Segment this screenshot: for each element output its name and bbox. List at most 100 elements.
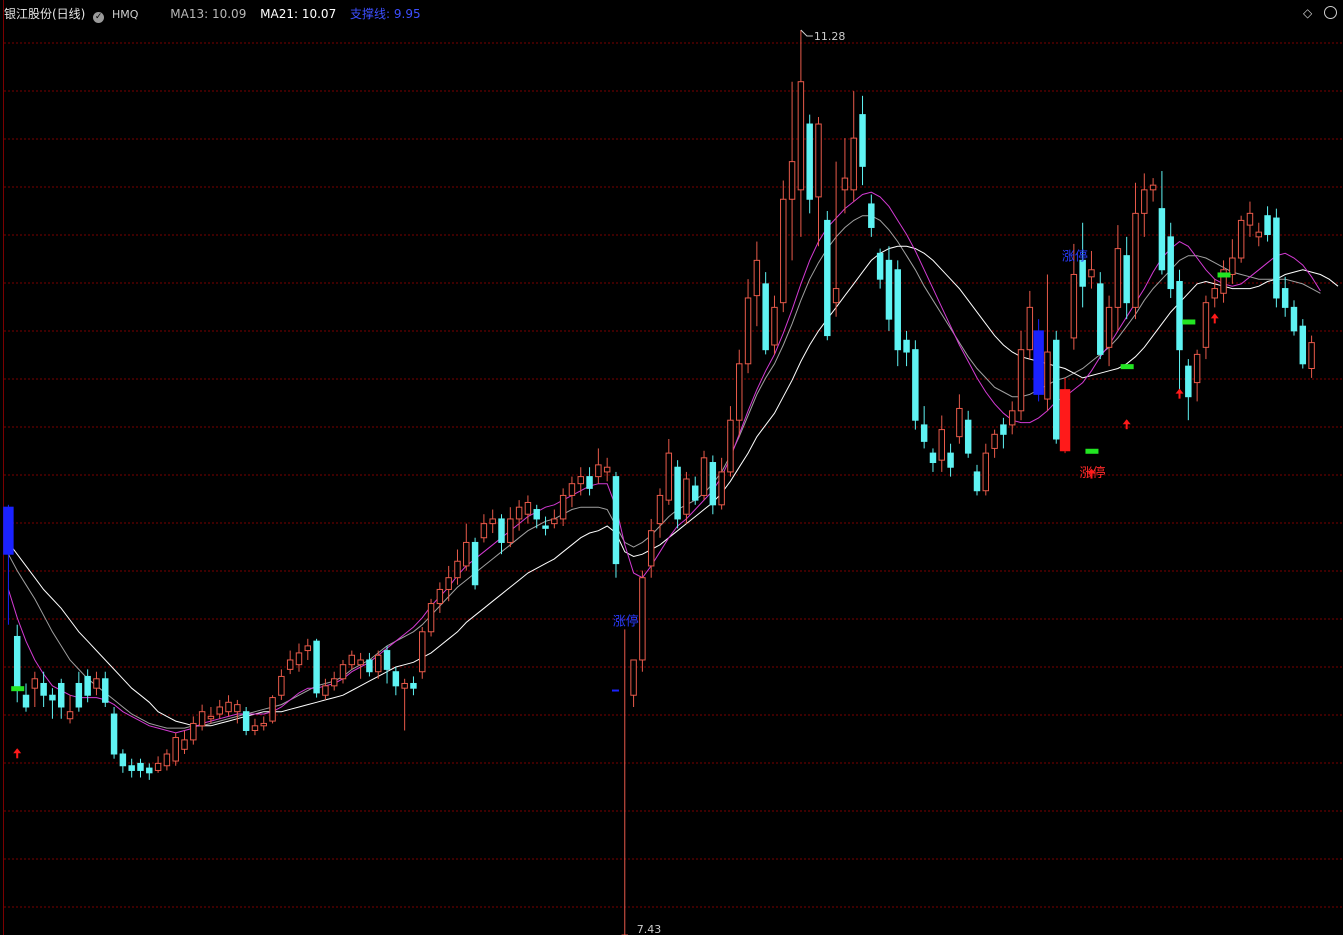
candle-body xyxy=(295,652,303,666)
candle-body xyxy=(22,694,30,708)
candle-body xyxy=(595,464,602,478)
signal-marker xyxy=(1217,272,1231,278)
candle-body xyxy=(339,664,347,680)
limit-up-label: 涨停 xyxy=(613,613,639,629)
candle-body xyxy=(198,711,206,727)
candle-body xyxy=(163,753,171,767)
candle-body xyxy=(551,518,558,525)
candle-body xyxy=(392,671,400,687)
signal-marker xyxy=(1120,364,1134,370)
candle-body xyxy=(216,706,223,715)
candle-body xyxy=(929,452,937,464)
candle-body xyxy=(656,494,664,525)
candle-body xyxy=(683,478,690,515)
candle-body xyxy=(780,198,787,304)
candle-body xyxy=(401,682,408,689)
candle-body xyxy=(991,433,998,449)
candle-body xyxy=(850,137,857,191)
high-price-label: 11.28 xyxy=(814,30,846,43)
candle-body xyxy=(797,81,805,191)
candle-body xyxy=(172,737,179,762)
candlestick-chart[interactable]: 11.287.43涨停涨停涨停 xyxy=(0,0,1343,935)
candle-body xyxy=(13,635,21,689)
candle-body xyxy=(568,483,576,496)
candle-body xyxy=(1132,212,1139,308)
candle-body xyxy=(630,659,637,696)
candle-body xyxy=(744,297,752,365)
candle-body xyxy=(647,530,655,567)
candle-body xyxy=(66,711,74,720)
candle-body xyxy=(1088,269,1095,278)
candle-body xyxy=(1017,349,1025,412)
candle-body xyxy=(753,259,761,297)
circle-icon[interactable] xyxy=(1324,6,1337,19)
candle-body xyxy=(1033,330,1044,395)
candle-body xyxy=(119,753,127,767)
candle-body xyxy=(507,518,514,543)
candle-body xyxy=(894,269,901,351)
candle-body xyxy=(903,339,910,353)
candle-body xyxy=(146,767,153,774)
candle-body xyxy=(207,715,215,720)
candle-body xyxy=(1026,306,1034,351)
candle-body xyxy=(947,452,954,468)
candle-body xyxy=(920,424,928,442)
candle-body xyxy=(700,457,708,496)
candle-body xyxy=(912,349,919,421)
candle-body xyxy=(419,631,426,673)
candle-body xyxy=(40,682,47,696)
stock-title[interactable]: 银江股份(日线) xyxy=(4,7,85,21)
candle-body xyxy=(956,407,963,438)
candle-body xyxy=(639,577,646,661)
candle-body xyxy=(251,725,259,731)
candle-body xyxy=(1273,217,1280,299)
indicator-name[interactable]: HMQ xyxy=(112,8,138,21)
support-line-value: 支撑线: 9.95 xyxy=(350,7,421,21)
candle-body xyxy=(31,678,39,689)
candle-body xyxy=(938,429,946,461)
candle-body xyxy=(480,523,488,539)
candle-body xyxy=(691,485,699,501)
candle-body xyxy=(3,506,14,555)
candle-body xyxy=(1290,306,1298,332)
candle-body xyxy=(815,123,822,198)
candle-body xyxy=(374,654,382,673)
candle-body xyxy=(1053,339,1060,440)
candle-body xyxy=(1264,215,1271,236)
signal-marker xyxy=(11,686,25,692)
candle-body xyxy=(709,462,717,506)
diamond-icon[interactable]: ◇ xyxy=(1303,6,1312,20)
signal-marker xyxy=(1085,448,1099,454)
candle-body xyxy=(1097,283,1104,355)
candle-body xyxy=(1237,219,1245,259)
candle-body xyxy=(322,685,329,696)
candle-body xyxy=(1105,306,1113,348)
candle-body xyxy=(93,678,100,689)
candle-body xyxy=(75,682,83,708)
candle-body xyxy=(1141,189,1148,214)
candle-body xyxy=(612,476,620,565)
signal-marker xyxy=(1182,319,1196,325)
candle-body xyxy=(1308,342,1315,369)
candle-body xyxy=(1281,288,1289,308)
candle-body xyxy=(154,762,162,771)
candle-body xyxy=(762,283,769,351)
candle-body xyxy=(1158,208,1166,271)
settings-icon[interactable]: ✓ xyxy=(93,12,105,23)
chart-header: 银江股份(日线) ✓ HMQ MA13: 10.09 MA21: 10.07 支… xyxy=(4,6,425,23)
candle-body xyxy=(788,161,796,200)
candle-body xyxy=(1123,255,1130,304)
candle-body xyxy=(973,471,981,492)
candle-body xyxy=(885,259,893,320)
candle-body xyxy=(832,288,840,304)
candle-body xyxy=(982,452,990,492)
candle-body xyxy=(718,471,725,506)
candle-body xyxy=(771,306,778,346)
candle-body xyxy=(1229,257,1236,275)
candle-body xyxy=(330,678,338,687)
candle-body xyxy=(559,494,567,520)
candle-body xyxy=(824,219,831,337)
candle-body xyxy=(1299,325,1307,365)
candle-body xyxy=(1149,184,1157,191)
candle-body xyxy=(498,518,505,543)
